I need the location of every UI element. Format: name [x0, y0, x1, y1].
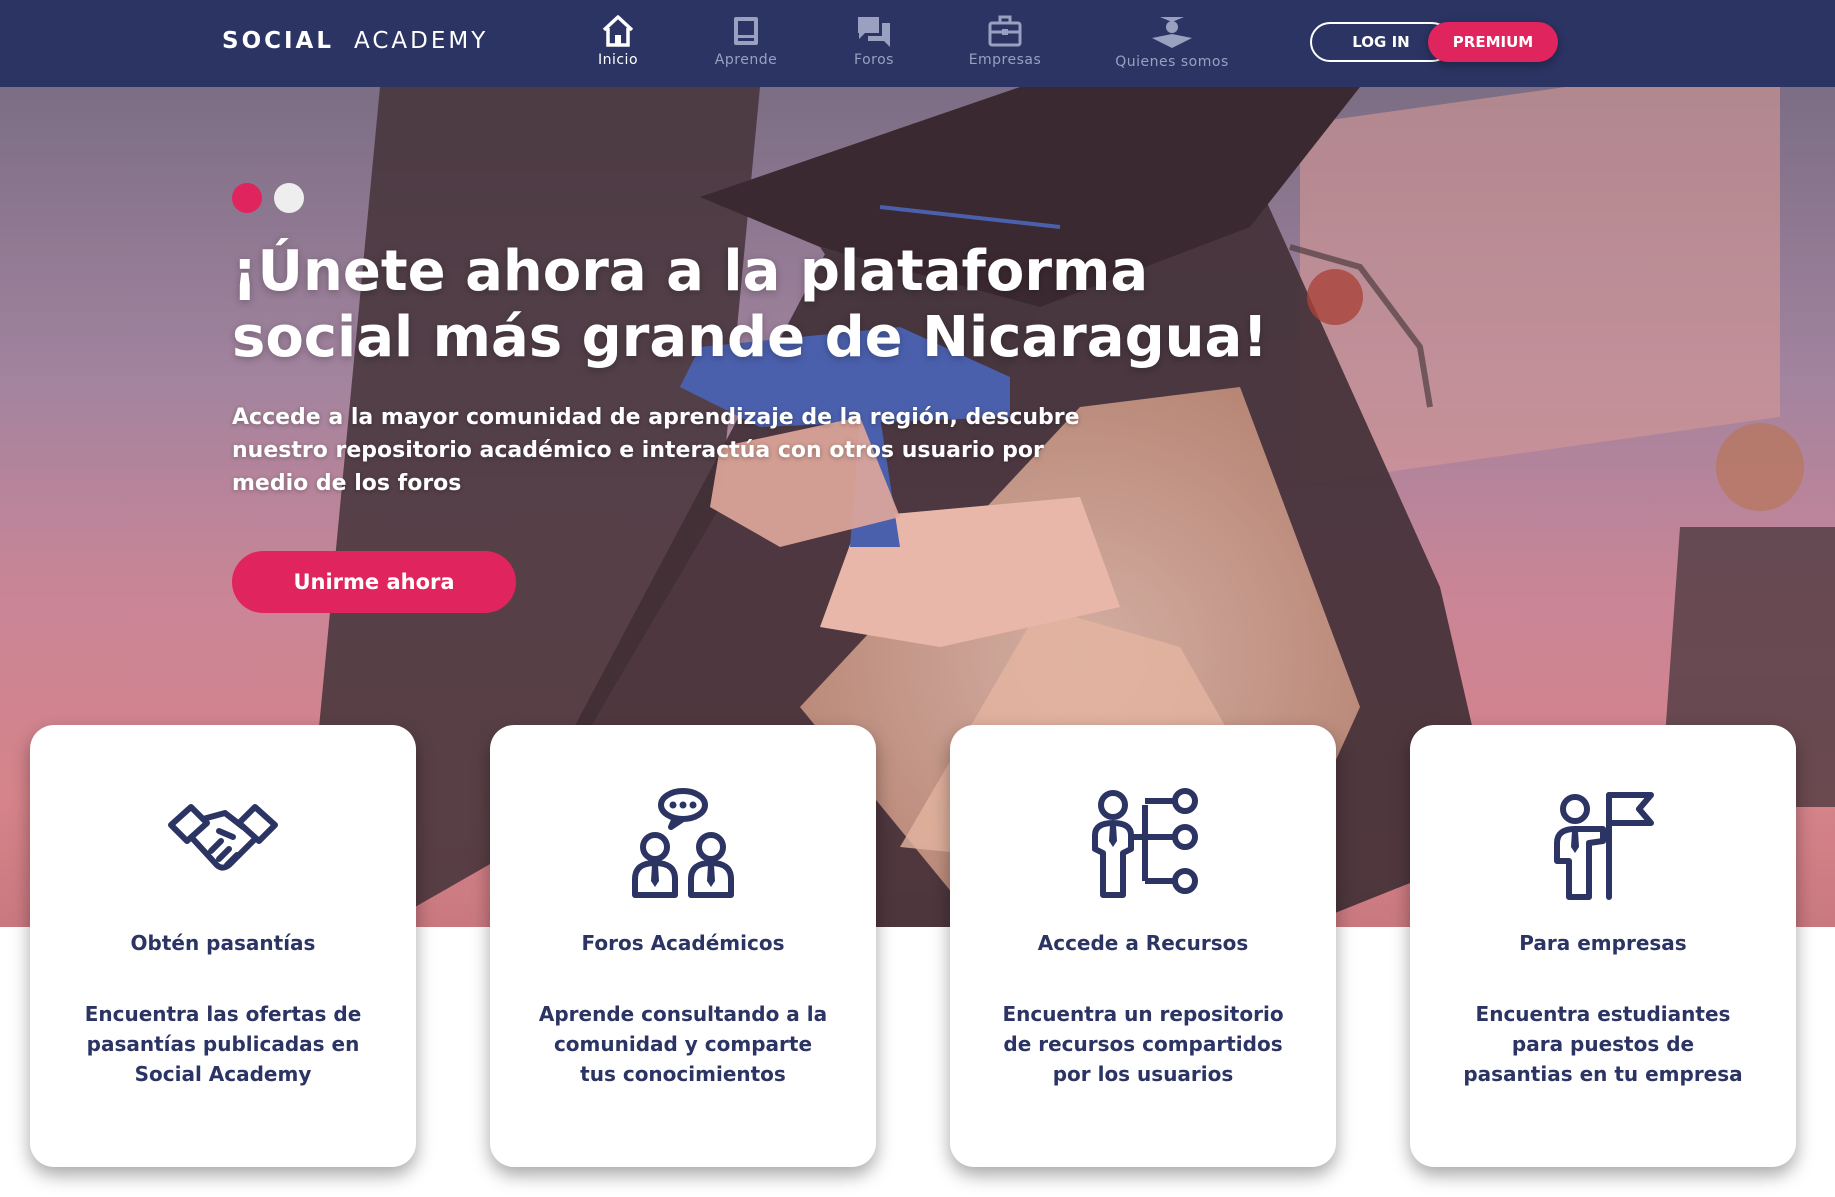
nav-label: Aprende — [714, 52, 778, 68]
carousel-dot-2[interactable] — [274, 183, 304, 213]
join-now-button[interactable]: Unirme ahora — [232, 551, 516, 613]
nav-label: Inicio — [597, 52, 639, 68]
premium-button[interactable]: PREMIUM — [1428, 22, 1558, 62]
nav-label: Foros — [854, 52, 894, 68]
person-flag-icon — [1554, 792, 1654, 900]
carousel-indicators — [232, 183, 316, 217]
person-network-icon — [1092, 788, 1198, 898]
nav-item-quienes-somos[interactable]: Quienes somos — [1112, 14, 1232, 70]
nav-label: Empresas — [968, 52, 1042, 68]
briefcase-icon — [988, 15, 1022, 47]
card-text: Aprende consultando a la comunidad y com… — [538, 1002, 828, 1086]
people-chat-icon — [632, 788, 734, 898]
nav-item-foros[interactable]: Foros — [814, 14, 934, 68]
feature-card-recursos[interactable]: Accede a Recursos Encuentra un repositor… — [950, 725, 1336, 1167]
brand-logo[interactable]: SOCIAL ACADEMY — [222, 28, 488, 54]
hero-subtitle: Accede a la mayor comunidad de aprendiza… — [232, 405, 1080, 496]
handshake-icon — [168, 804, 278, 871]
top-navbar: SOCIAL ACADEMY Inicio Aprende Foros Empr… — [0, 0, 1835, 87]
brand-part-social: SOCIAL — [222, 28, 335, 54]
hero-title: ¡Únete ahora a la plataforma social más … — [232, 239, 1268, 370]
graduate-icon — [1152, 17, 1192, 48]
home-icon — [602, 15, 634, 47]
nav-item-empresas[interactable]: Empresas — [945, 14, 1065, 68]
card-title: Obtén pasantías — [130, 931, 316, 955]
card-text: Encuentra las ofertas de pasantías publi… — [84, 1002, 362, 1086]
carousel-dot-1[interactable] — [232, 183, 262, 213]
chat-icon — [858, 17, 890, 47]
card-text: Encuentra un repositorio de recursos com… — [1002, 1002, 1284, 1086]
book-icon — [734, 17, 758, 45]
feature-card-foros[interactable]: Foros Académicos Aprende consultando a l… — [490, 725, 876, 1167]
nav-item-inicio[interactable]: Inicio — [558, 14, 678, 68]
nav-label: Quienes somos — [1115, 54, 1229, 70]
card-title: Para empresas — [1519, 931, 1687, 955]
feature-card-empresas[interactable]: Para empresas Encuentra estudiantes para… — [1410, 725, 1796, 1167]
brand-part-academy: ACADEMY — [354, 28, 489, 54]
card-title: Foros Académicos — [581, 931, 785, 955]
nav-item-aprende[interactable]: Aprende — [686, 14, 806, 68]
card-title: Accede a Recursos — [1037, 931, 1249, 955]
card-text: Encuentra estudiantes para puestos de pa… — [1463, 1002, 1743, 1086]
feature-card-pasantias[interactable]: Obtén pasantías Encuentra las ofertas de… — [30, 725, 416, 1167]
